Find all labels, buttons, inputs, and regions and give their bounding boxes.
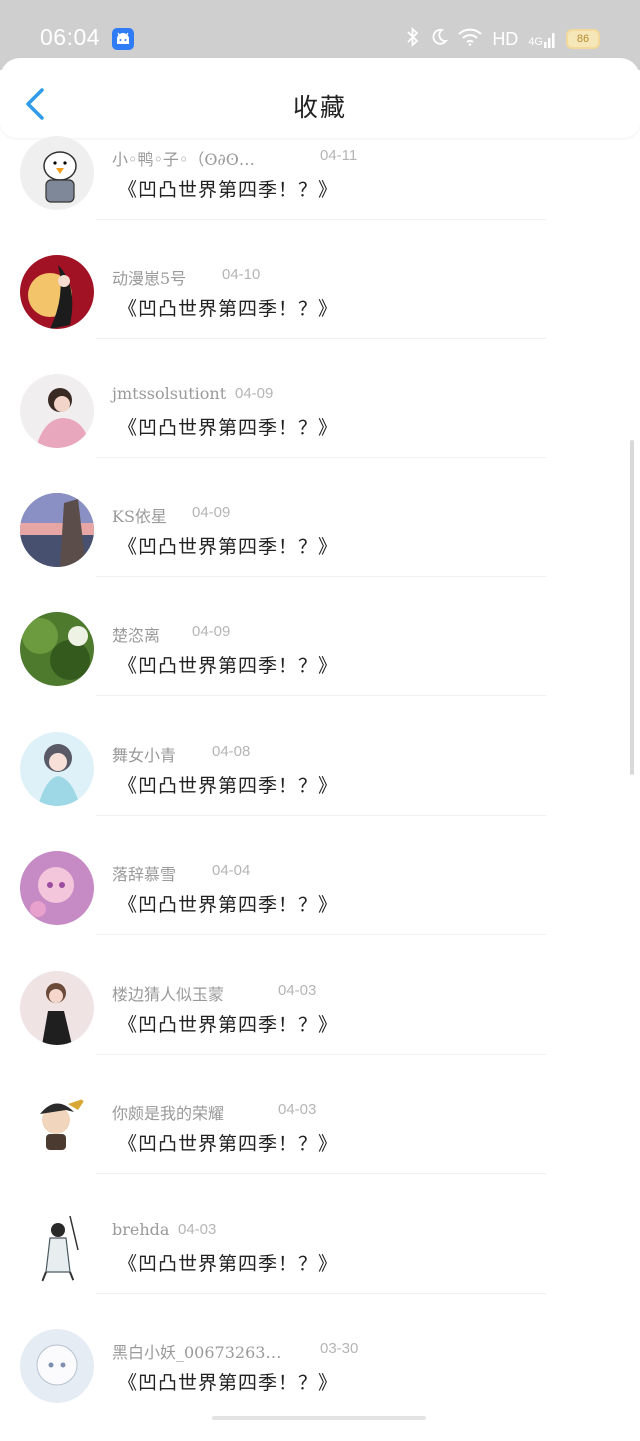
item-date: 04-10: [222, 266, 261, 283]
battery-indicator: 86: [566, 29, 600, 49]
item-title[interactable]: 《凹凸世界第四季！？》: [118, 175, 338, 202]
item-title[interactable]: 《凹凸世界第四季！？》: [118, 890, 338, 917]
page-title: 收藏: [292, 93, 347, 122]
scrollbar[interactable]: [630, 440, 634, 775]
item-title[interactable]: 《凹凸世界第四季！？》: [118, 651, 338, 678]
author-name[interactable]: brehda: [112, 1220, 169, 1239]
divider: [96, 815, 546, 816]
divider: [96, 457, 546, 458]
author-name[interactable]: KS依星: [112, 503, 167, 527]
item-date: 04-09: [235, 385, 274, 402]
list-item[interactable]: 你颇是我的荣耀 04-03 《凹凸世界第四季！？》: [0, 1083, 640, 1202]
bluetooth-icon: [406, 26, 420, 51]
pink-anime-avatar[interactable]: [20, 851, 94, 925]
item-date: 04-03: [278, 1101, 317, 1118]
item-date: 04-03: [278, 982, 317, 999]
green-plant-avatar[interactable]: [20, 612, 94, 686]
do-not-disturb-moon-icon: [430, 28, 449, 50]
author-name[interactable]: 落辞慕雪: [112, 861, 176, 885]
list-item[interactable]: KS依星 04-09 《凹凸世界第四季！？》: [0, 486, 640, 605]
item-date: 04-04: [212, 862, 251, 879]
app-notification-icon: [112, 28, 134, 50]
moon-girl-avatar[interactable]: [20, 255, 94, 329]
signal-icon: 4G: [528, 30, 556, 48]
author-name[interactable]: jmtssolsutiont: [112, 384, 226, 403]
divider: [96, 934, 546, 935]
divider: [96, 695, 546, 696]
girl-photo-avatar[interactable]: [20, 374, 94, 448]
author-name[interactable]: 动漫崽5号: [112, 265, 186, 289]
header: 收藏: [0, 58, 640, 138]
white-anime-avatar[interactable]: [20, 1329, 94, 1403]
list-item[interactable]: 动漫崽5号 04-10 《凹凸世界第四季！？》: [0, 248, 640, 367]
hd-indicator: HD: [492, 28, 519, 49]
item-date: 03-30: [320, 1340, 359, 1357]
duck-avatar[interactable]: [20, 136, 94, 210]
item-title[interactable]: 《凹凸世界第四季！？》: [118, 1129, 338, 1156]
author-name[interactable]: 舞女小青: [112, 742, 176, 766]
item-title[interactable]: 《凹凸世界第四季！？》: [118, 413, 338, 440]
item-title[interactable]: 《凹凸世界第四季！？》: [118, 771, 338, 798]
item-title[interactable]: 《凹凸世界第四季！？》: [118, 1010, 338, 1037]
list-item[interactable]: 舞女小青 04-08 《凹凸世界第四季！？》: [0, 725, 640, 844]
item-date: 04-03: [178, 1221, 217, 1238]
item-title[interactable]: 《凹凸世界第四季！？》: [118, 1249, 338, 1276]
divider: [96, 1173, 546, 1174]
author-name[interactable]: 小◦鸭◦子◦（ʘ∂ʘ…: [112, 146, 255, 170]
item-date: 04-09: [192, 504, 231, 521]
author-name[interactable]: 你颇是我的荣耀: [112, 1100, 224, 1124]
network-type: 4G: [528, 36, 543, 48]
divider: [96, 338, 546, 339]
divider: [96, 1293, 546, 1294]
item-title[interactable]: 《凹凸世界第四季！？》: [118, 1368, 338, 1395]
author-name[interactable]: 黑白小妖_00673263…: [112, 1339, 281, 1363]
list-item[interactable]: brehda 04-03 《凹凸世界第四季！？》: [0, 1203, 640, 1322]
home-indicator[interactable]: [212, 1416, 426, 1420]
author-name[interactable]: 楼边猜人似玉蒙: [112, 981, 224, 1005]
list-item[interactable]: jmtssolsutiont 04-09 《凹凸世界第四季！？》: [0, 367, 640, 486]
divider: [96, 219, 546, 220]
list-item[interactable]: 楚恣离 04-09 《凹凸世界第四季！？》: [0, 605, 640, 724]
list-item[interactable]: 小◦鸭◦子◦（ʘ∂ʘ… 04-11 《凹凸世界第四季！？》: [0, 129, 640, 248]
item-date: 04-08: [212, 743, 251, 760]
sunset-avatar[interactable]: [20, 493, 94, 567]
divider: [96, 576, 546, 577]
author-name[interactable]: 楚恣离: [112, 622, 160, 646]
status-time: 06:04: [40, 24, 101, 50]
wifi-icon: [458, 28, 482, 50]
anime-girl-avatar[interactable]: [20, 732, 94, 806]
chibi-warrior-avatar[interactable]: [20, 1090, 94, 1164]
list-item[interactable]: 楼边猜人似玉蒙 04-03 《凹凸世界第四季！？》: [0, 964, 640, 1083]
divider: [96, 1054, 546, 1055]
list-item[interactable]: 黑白小妖_00673263… 03-30 《凹凸世界第四季！？》: [0, 1322, 640, 1441]
child-photo-avatar[interactable]: [20, 971, 94, 1045]
item-date: 04-11: [320, 147, 358, 164]
sketch-figure-avatar[interactable]: [20, 1210, 94, 1284]
list-item[interactable]: 落辞慕雪 04-04 《凹凸世界第四季！？》: [0, 844, 640, 963]
item-date: 04-09: [192, 623, 231, 640]
item-title[interactable]: 《凹凸世界第四季！？》: [118, 294, 338, 321]
item-title[interactable]: 《凹凸世界第四季！？》: [118, 532, 338, 559]
